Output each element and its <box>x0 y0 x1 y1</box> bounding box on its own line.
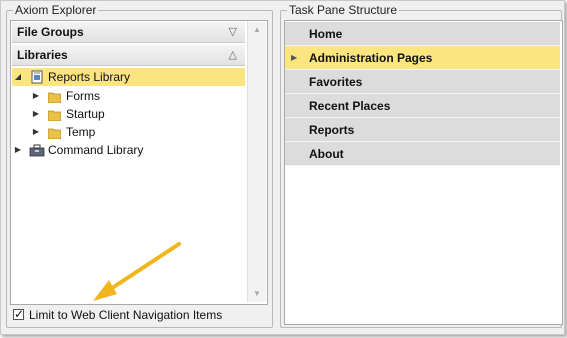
pane-item-label: Administration Pages <box>309 51 433 65</box>
pane-item-favorites[interactable]: Favorites <box>285 70 560 94</box>
chevron-down-icon[interactable]: ▽ <box>229 22 237 43</box>
explorer-scrollbar[interactable]: ▲ ▼ <box>247 22 266 302</box>
tree-item-command-library[interactable]: ▶ Command Library <box>12 141 212 159</box>
task-pane-panel: Home ▶ Administration Pages Favorites Re… <box>284 20 563 325</box>
pane-item-about[interactable]: About <box>285 142 560 166</box>
tree-label: Reports Library <box>48 70 131 84</box>
tree-label: Temp <box>66 125 96 139</box>
pane-item-label: Reports <box>309 123 355 137</box>
task-pane-structure-title: Task Pane Structure <box>287 3 400 17</box>
dialog-window: Axiom Explorer File Groups ▽ Libraries △… <box>0 0 565 335</box>
expand-arrow-icon[interactable]: ▶ <box>31 87 41 105</box>
expand-arrow-icon[interactable]: ▶ <box>31 105 41 123</box>
limit-web-client-label: Limit to Web Client Navigation Items <box>29 308 223 322</box>
pane-item-home[interactable]: Home <box>285 22 560 46</box>
pane-item-label: About <box>309 147 344 161</box>
file-groups-header[interactable]: File Groups ▽ <box>12 22 245 43</box>
tree-item-startup[interactable]: ▶ Startup <box>12 105 212 123</box>
scroll-up-icon[interactable]: ▲ <box>248 24 266 36</box>
libraries-label: Libraries <box>17 48 68 62</box>
expand-arrow-icon[interactable]: ▶ <box>13 141 23 159</box>
tree-item-forms[interactable]: ▶ Forms <box>12 87 212 105</box>
tree-label: Startup <box>66 107 105 121</box>
axiom-explorer-title: Axiom Explorer <box>13 3 99 17</box>
explorer-panel: File Groups ▽ Libraries △ ◢ Reports Libr… <box>10 20 268 305</box>
expand-arrow-icon[interactable]: ▶ <box>31 123 41 141</box>
pane-item-label: Recent Places <box>309 99 391 113</box>
scroll-down-icon[interactable]: ▼ <box>248 288 266 300</box>
task-pane-structure-group: Task Pane Structure Home ▶ Administratio… <box>280 3 563 328</box>
limit-web-client-checkbox[interactable]: ✓ <box>13 307 25 321</box>
tree-item-reports-library[interactable]: ◢ Reports Library <box>12 68 245 86</box>
tree-item-temp[interactable]: ▶ Temp <box>12 123 212 141</box>
axiom-explorer-group: Axiom Explorer File Groups ▽ Libraries △… <box>6 3 273 328</box>
pane-item-label: Favorites <box>309 75 363 89</box>
expand-arrow-icon[interactable]: ▶ <box>291 46 297 70</box>
folder-icon <box>47 126 62 140</box>
collapse-arrow-icon[interactable]: ◢ <box>13 68 23 86</box>
pane-item-label: Home <box>309 27 343 41</box>
file-groups-label: File Groups <box>17 25 84 39</box>
libraries-header[interactable]: Libraries △ <box>12 45 245 66</box>
limit-web-client-checkbox-row[interactable]: ✓ Limit to Web Client Navigation Items <box>11 307 261 323</box>
folder-icon <box>47 90 62 104</box>
pane-item-recent-places[interactable]: Recent Places <box>285 94 560 118</box>
tree-label: Forms <box>66 89 100 103</box>
pane-item-reports[interactable]: Reports <box>285 118 560 142</box>
chevron-up-icon[interactable]: △ <box>229 45 237 66</box>
tree-label: Command Library <box>48 143 144 157</box>
checkmark-icon: ✓ <box>14 307 25 321</box>
pane-item-administration-pages[interactable]: ▶ Administration Pages <box>285 46 560 70</box>
toolbox-icon <box>29 143 45 162</box>
folder-icon <box>47 108 62 122</box>
